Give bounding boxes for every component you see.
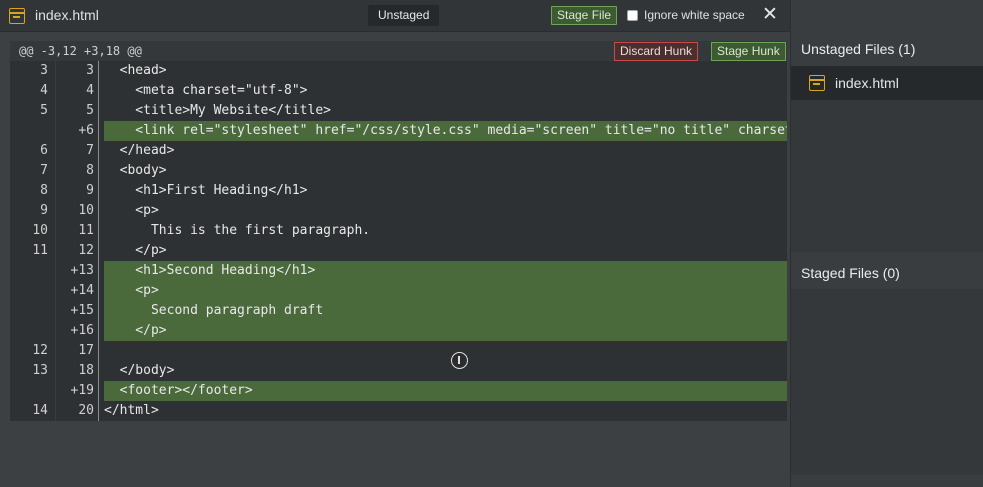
line-code: <meta charset="utf-8">: [104, 83, 308, 98]
diff-line[interactable]: +13 <h1>Second Heading</h1>: [10, 261, 787, 281]
line-code: <body>: [104, 163, 167, 178]
old-line-number: 7: [40, 163, 48, 178]
stage-hunk-button[interactable]: Stage Hunk: [711, 42, 786, 61]
line-code: </head>: [104, 143, 175, 158]
old-line-number: 4: [40, 83, 48, 98]
ignore-whitespace-checkbox[interactable]: [627, 10, 638, 21]
file-icon: [9, 8, 25, 24]
line-code: </html>: [104, 403, 159, 418]
diff-line[interactable]: +16 </p>: [10, 321, 787, 341]
new-line-number: 9: [86, 183, 94, 198]
old-line-number: 14: [32, 403, 48, 418]
unstaged-mode-badge[interactable]: Unstaged: [368, 5, 440, 26]
diff-line[interactable]: 14 20 </html>: [10, 401, 787, 421]
new-line-number: 11: [78, 223, 94, 238]
hunk-range: @@ -3,12 +3,18 @@: [19, 44, 142, 58]
changes-sidebar: Unstaged Files (1) index.html Staged Fil…: [790, 0, 983, 487]
line-code: This is the first paragraph.: [104, 223, 371, 238]
old-line-number: 6: [40, 143, 48, 158]
new-line-number: 18: [78, 363, 94, 378]
diff-lines: 3 3 <head> 4 4 <meta charset="utf-8"> 5 5 <…: [10, 61, 787, 421]
old-line-number: 3: [40, 63, 48, 78]
diff-line[interactable]: 9 10 <p>: [10, 201, 787, 221]
line-code: <p>: [104, 281, 787, 301]
diff-line[interactable]: 10 11 This is the first paragraph.: [10, 221, 787, 241]
diff-header-bar: index.html Unstaged Stage File Ignore wh…: [0, 0, 790, 32]
line-code: <head>: [104, 63, 167, 78]
new-line-number: +19: [70, 383, 94, 398]
diff-file-title: index.html: [35, 7, 99, 23]
old-line-number: 8: [40, 183, 48, 198]
new-line-number: +16: [70, 323, 94, 338]
new-line-number: +14: [70, 283, 94, 298]
new-line-number: 12: [78, 243, 94, 258]
diff-line[interactable]: +14 <p>: [10, 281, 787, 301]
line-code: Second paragraph draft: [104, 301, 787, 321]
old-line-number: 5: [40, 103, 48, 118]
unstaged-files-title: Unstaged Files (1): [801, 41, 916, 57]
line-code: <link rel="stylesheet" href="/css/style.…: [104, 121, 787, 141]
old-line-number: 10: [32, 223, 48, 238]
diff-line[interactable]: 5 5 <title>My Website</title>: [10, 101, 787, 121]
staged-files-title: Staged Files (0): [801, 265, 900, 281]
diff-line[interactable]: 3 3 <head>: [10, 61, 787, 81]
old-line-number: 11: [32, 243, 48, 258]
old-line-number: 12: [32, 343, 48, 358]
discard-hunk-button[interactable]: Discard Hunk: [614, 42, 699, 61]
line-code: <p>: [104, 203, 159, 218]
hunk-header: @@ -3,12 +3,18 @@ Discard Hunk Stage Hun…: [10, 41, 787, 61]
new-line-number: 10: [78, 203, 94, 218]
line-code: <footer></footer>: [104, 381, 787, 401]
unstaged-file-name: index.html: [835, 75, 899, 91]
diff-line[interactable]: 6 7 </head>: [10, 141, 787, 161]
old-line-number: 13: [32, 363, 48, 378]
unstaged-files-list: index.html: [791, 66, 983, 252]
diff-line[interactable]: 11 12 </p>: [10, 241, 787, 261]
close-icon[interactable]: ✕: [760, 3, 780, 27]
stage-file-button[interactable]: Stage File: [551, 6, 618, 25]
old-line-number: 9: [40, 203, 48, 218]
diff-line[interactable]: +6 <link rel="stylesheet" href="/css/sty…: [10, 121, 787, 141]
file-icon: [809, 75, 825, 91]
new-line-number: 5: [86, 103, 94, 118]
diff-view[interactable]: @@ -3,12 +3,18 @@ Discard Hunk Stage Hun…: [10, 41, 787, 421]
line-code: </p>: [104, 321, 787, 341]
ignore-whitespace-label[interactable]: Ignore white space: [644, 8, 745, 22]
unstaged-file-item[interactable]: index.html: [791, 66, 983, 100]
line-code: <h1>Second Heading</h1>: [104, 261, 787, 281]
new-line-number: 3: [86, 63, 94, 78]
line-code: </body>: [104, 363, 175, 378]
new-line-number: +13: [70, 263, 94, 278]
new-line-number: 20: [78, 403, 94, 418]
diff-line[interactable]: 7 8 <body>: [10, 161, 787, 181]
line-code: <title>My Website</title>: [104, 103, 331, 118]
line-code: <h1>First Heading</h1>: [104, 183, 308, 198]
text-cursor-icon: [451, 352, 468, 369]
new-line-number: 8: [86, 163, 94, 178]
diff-line[interactable]: +19 <footer></footer>: [10, 381, 787, 401]
line-code: </p>: [104, 243, 167, 258]
new-line-number: 4: [86, 83, 94, 98]
diff-line[interactable]: 4 4 <meta charset="utf-8">: [10, 81, 787, 101]
new-line-number: 17: [78, 343, 94, 358]
new-line-number: +15: [70, 303, 94, 318]
diff-line[interactable]: 12 17: [10, 341, 787, 361]
new-line-number: 7: [86, 143, 94, 158]
diff-line[interactable]: 13 18 </body>: [10, 361, 787, 381]
diff-line[interactable]: +15 Second paragraph draft: [10, 301, 787, 321]
new-line-number: +6: [78, 123, 94, 138]
staged-files-list: [791, 289, 983, 475]
diff-line[interactable]: 8 9 <h1>First Heading</h1>: [10, 181, 787, 201]
